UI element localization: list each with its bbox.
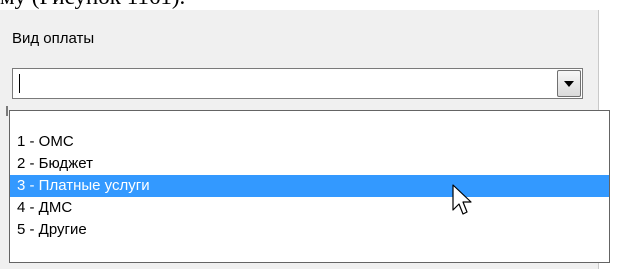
partial-text-mark bbox=[6, 106, 8, 116]
dropdown-item-dms[interactable]: 4 - ДМС bbox=[10, 197, 609, 219]
dropdown-item-budget[interactable]: 2 - Бюджет bbox=[10, 153, 609, 175]
dropdown-item-paid-services[interactable]: 3 - Платные услуги bbox=[10, 175, 609, 197]
chevron-down-icon bbox=[564, 81, 574, 87]
mouse-pointer-icon bbox=[452, 184, 472, 215]
document-text: му (Рисунок 1161). bbox=[0, 0, 185, 10]
dropdown-item-oms[interactable]: 1 - ОМС bbox=[10, 131, 609, 153]
text-caret bbox=[19, 74, 20, 93]
payment-type-input[interactable] bbox=[14, 70, 562, 97]
dropdown-item-other[interactable]: 5 - Другие bbox=[10, 219, 609, 241]
payment-type-label: Вид оплаты bbox=[12, 30, 95, 47]
dropdown-button[interactable] bbox=[557, 70, 581, 97]
payment-type-combobox[interactable] bbox=[12, 68, 583, 99]
dropdown-empty-item[interactable] bbox=[10, 111, 609, 131]
payment-type-dropdown-list: 1 - ОМС 2 - Бюджет 3 - Платные услуги 4 … bbox=[9, 110, 610, 263]
